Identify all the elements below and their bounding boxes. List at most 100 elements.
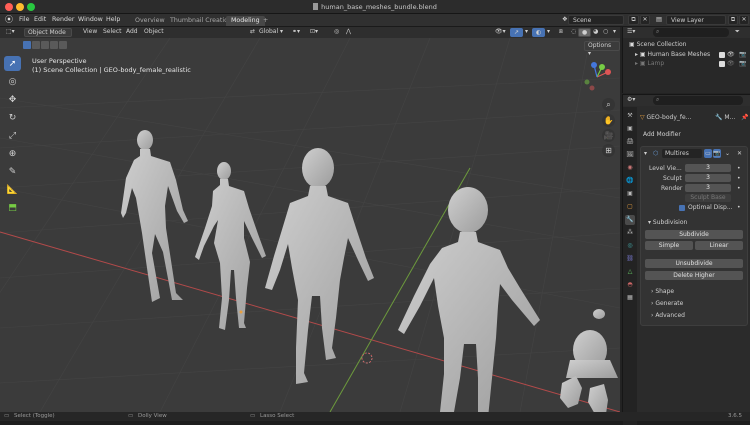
- material-tab-icon[interactable]: ◓: [625, 280, 635, 290]
- select-new-icon[interactable]: [23, 41, 31, 49]
- select-difference-icon[interactable]: [50, 41, 58, 49]
- visibility-eye-icon[interactable]: 👁: [727, 60, 735, 67]
- outliner-scene-collection[interactable]: ▣ Scene Collection: [629, 41, 686, 48]
- blender-logo-icon[interactable]: ⦿: [5, 14, 13, 25]
- select-intersect-icon[interactable]: [59, 41, 67, 49]
- options-button[interactable]: Options ▾: [584, 41, 620, 57]
- view-layer-copy-button[interactable]: ⧉: [728, 15, 738, 25]
- mesh-male-stylized[interactable]: [265, 148, 374, 384]
- select-subtract-icon[interactable]: [41, 41, 49, 49]
- visibility-eye-icon[interactable]: 👁: [727, 51, 735, 58]
- menu-select[interactable]: Select: [100, 28, 125, 37]
- menu-object[interactable]: Object: [141, 28, 167, 37]
- outliner-search-input[interactable]: ⌕: [653, 28, 729, 37]
- texture-tab-icon[interactable]: ▦: [625, 293, 635, 303]
- menu-render[interactable]: Render: [52, 16, 74, 23]
- sculpt-levels-field[interactable]: 3: [685, 174, 731, 182]
- measure-tool-icon[interactable]: 📐: [4, 182, 21, 197]
- mesh-hands[interactable]: [560, 376, 608, 412]
- include-checkbox-human-base-meshes[interactable]: [719, 52, 725, 58]
- editmode-toggle-icon[interactable]: ▭: [704, 149, 712, 158]
- scene-tab-icon[interactable]: ◉: [625, 163, 635, 173]
- 3d-viewport[interactable]: User Perspective (1) Scene Collection | …: [0, 38, 620, 412]
- unsubdivide-button[interactable]: Unsubdivide: [645, 259, 743, 268]
- physics-tab-icon[interactable]: ◎: [625, 241, 635, 251]
- simple-button[interactable]: Simple: [645, 241, 693, 250]
- keyframe-dot-icon[interactable]: •: [737, 204, 741, 211]
- add-modifier-button[interactable]: Add Modifier: [643, 131, 681, 138]
- mode-selector[interactable]: Object Mode ▾: [24, 28, 72, 43]
- select-tool-icon[interactable]: ➚: [4, 56, 21, 71]
- falloff-icon[interactable]: ⋀: [343, 28, 354, 37]
- render-levels-field[interactable]: 3: [685, 184, 731, 192]
- move-tool-icon[interactable]: ✥: [4, 92, 21, 107]
- keyframe-dot-icon[interactable]: •: [737, 175, 741, 182]
- scene-close-button[interactable]: ✕: [640, 15, 650, 25]
- select-extend-icon[interactable]: [32, 41, 40, 49]
- view-layer-tab-icon[interactable]: 🖼: [625, 150, 635, 160]
- pin-icon[interactable]: 📌: [741, 114, 748, 121]
- proportional-edit-icon[interactable]: ◎: [331, 28, 342, 37]
- render-tab-icon[interactable]: ▣: [625, 124, 635, 134]
- menu-help[interactable]: Help: [106, 16, 120, 23]
- xray-toggle-icon[interactable]: ⧈: [556, 28, 566, 37]
- camera-view-icon[interactable]: 🎥: [602, 129, 615, 142]
- view-layer-selector[interactable]: View Layer: [666, 15, 726, 25]
- shape-section-header[interactable]: › Shape: [651, 288, 674, 295]
- scale-tool-icon[interactable]: ⤢: [4, 128, 21, 143]
- world-tab-icon[interactable]: 🌐: [625, 176, 635, 186]
- cursor-tool-icon[interactable]: ◎: [4, 74, 21, 89]
- editor-type-icon[interactable]: ⬚▾: [3, 28, 18, 37]
- collapse-arrow-icon[interactable]: ▾: [644, 150, 647, 157]
- keyframe-dot-icon[interactable]: •: [737, 165, 741, 172]
- mesh-male-realistic[interactable]: [121, 130, 188, 302]
- render-toggle-icon[interactable]: 📷: [713, 149, 721, 158]
- scene-selector[interactable]: Scene: [568, 15, 624, 25]
- pan-view-icon[interactable]: ✋: [602, 114, 615, 127]
- overlay-menu-icon[interactable]: ▾: [544, 28, 553, 37]
- generate-section-header[interactable]: › Generate: [651, 300, 683, 307]
- remove-modifier-icon[interactable]: ✕: [737, 150, 742, 157]
- delete-higher-button[interactable]: Delete Higher: [645, 271, 743, 280]
- keyframe-dot-icon[interactable]: •: [737, 185, 741, 192]
- scene-copy-button[interactable]: ⧉: [628, 15, 639, 25]
- mesh-head-bust[interactable]: [566, 309, 618, 378]
- subdivide-button[interactable]: Subdivide: [645, 230, 743, 239]
- subdivision-section-header[interactable]: ▾ Subdivision: [648, 219, 687, 226]
- linear-button[interactable]: Linear: [695, 241, 743, 250]
- menu-edit[interactable]: Edit: [34, 16, 46, 23]
- modifier-tab-icon[interactable]: 🔧: [625, 215, 635, 225]
- pivot-icon[interactable]: ⚭▾: [289, 28, 303, 37]
- mesh-female-stylized[interactable]: [398, 187, 540, 412]
- orientation-selector[interactable]: Global ▾: [256, 28, 286, 37]
- modifier-menu-icon[interactable]: ⌄: [725, 150, 730, 157]
- output-tab-icon[interactable]: 🖨: [625, 137, 635, 147]
- navigation-gizmo[interactable]: [582, 62, 612, 92]
- add-cube-tool-icon[interactable]: ⬒: [4, 200, 21, 215]
- object-tab-icon[interactable]: ▢: [625, 202, 635, 212]
- properties-search-input[interactable]: ⌕: [653, 96, 743, 105]
- render-camera-icon[interactable]: 📷: [739, 60, 746, 67]
- view-layer-close-button[interactable]: ✕: [739, 15, 749, 25]
- include-checkbox-lamp[interactable]: [719, 61, 725, 67]
- collection-tab-icon[interactable]: ▣: [625, 189, 635, 199]
- tab-overview[interactable]: Overview: [130, 16, 170, 26]
- particles-tab-icon[interactable]: ⁂: [625, 228, 635, 238]
- menu-window[interactable]: Window: [78, 16, 103, 23]
- outliner-item-lamp[interactable]: ▸ ▣ Lamp: [635, 60, 664, 67]
- outliner-editor-icon[interactable]: ☰▾: [627, 28, 635, 35]
- render-camera-icon[interactable]: 📷: [739, 51, 746, 58]
- ortho-toggle-icon[interactable]: ⊞: [602, 144, 615, 157]
- snap-icon[interactable]: ⊡▾: [307, 28, 321, 37]
- outliner-item-human-base-meshes[interactable]: ▸ ▣ Human Base Meshes: [635, 51, 710, 58]
- modifier-name-field[interactable]: Multires: [662, 149, 702, 158]
- visibility-icon[interactable]: 👁▾: [492, 28, 509, 37]
- menu-view[interactable]: View: [80, 28, 100, 37]
- shading-menu-icon[interactable]: ▾: [610, 28, 619, 37]
- level-viewport-field[interactable]: 3: [685, 164, 731, 172]
- 3d-cursor[interactable]: [361, 352, 373, 364]
- advanced-section-header[interactable]: › Advanced: [651, 312, 685, 319]
- menu-file[interactable]: File: [19, 16, 30, 23]
- properties-editor-icon[interactable]: ⚙▾: [627, 96, 635, 103]
- add-workspace-button[interactable]: +: [258, 16, 273, 26]
